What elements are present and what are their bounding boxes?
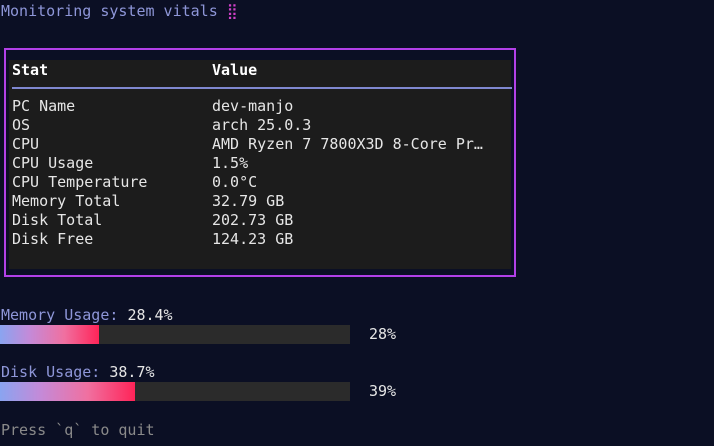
table-row: OS arch 25.0.3 bbox=[9, 116, 511, 135]
stat-name: OS bbox=[12, 116, 31, 134]
stat-value: 124.23 GB bbox=[212, 230, 294, 248]
disk-usage-label: Disk Usage: bbox=[1, 363, 101, 381]
disk-progress-fill bbox=[0, 382, 135, 401]
stat-value: AMD Ryzen 7 7800X3D 8-Core Pr… bbox=[212, 135, 483, 153]
disk-usage-line: Disk Usage: 38.7% bbox=[1, 363, 155, 382]
stat-name: Disk Free bbox=[12, 230, 94, 248]
quit-hint: Press `q` to quit bbox=[1, 421, 155, 439]
spinner-icon: ⣿ bbox=[226, 2, 238, 20]
stats-table: Stat Value PC Name dev-manjo OS arch 25.0.… bbox=[9, 60, 512, 269]
column-header-value: Value bbox=[212, 61, 258, 79]
disk-progress-bar bbox=[0, 382, 350, 401]
stat-name: CPU Usage bbox=[12, 154, 94, 172]
table-row: CPU AMD Ryzen 7 7800X3D 8-Core Pr… bbox=[9, 135, 511, 154]
table-row: CPU Temperature 0.0°C bbox=[9, 173, 511, 192]
stat-name: CPU bbox=[12, 135, 40, 153]
stat-name: CPU Temperature bbox=[12, 173, 148, 191]
status-title: Monitoring system vitals bbox=[1, 2, 218, 20]
table-row: CPU Usage 1.5% bbox=[9, 154, 511, 173]
stat-name: Memory Total bbox=[12, 192, 121, 210]
memory-usage-line: Memory Usage: 28.4% bbox=[1, 306, 173, 325]
stat-value: 0.0°C bbox=[212, 173, 258, 191]
stat-name: Disk Total bbox=[12, 211, 103, 229]
stat-value: dev-manjo bbox=[212, 97, 294, 115]
column-header-stat: Stat bbox=[12, 61, 49, 79]
memory-usage-value: 28.4% bbox=[127, 306, 173, 324]
header-divider bbox=[12, 87, 512, 89]
disk-progress-percent: 39% bbox=[369, 382, 397, 400]
stat-value: 202.73 GB bbox=[212, 211, 294, 229]
system-stats-panel: Stat Value PC Name dev-manjo OS arch 25.0.… bbox=[4, 48, 516, 277]
status-header: Monitoring system vitals ⣿ bbox=[1, 2, 238, 21]
stat-value: 1.5% bbox=[212, 154, 249, 172]
stat-value: 32.79 GB bbox=[212, 192, 285, 210]
memory-progress-fill bbox=[0, 325, 99, 344]
stats-rows: PC Name dev-manjo OS arch 25.0.3 CPU AMD Ry… bbox=[9, 97, 511, 249]
stat-value: arch 25.0.3 bbox=[212, 116, 312, 134]
table-row: Disk Total 202.73 GB bbox=[9, 211, 511, 230]
memory-usage-label: Memory Usage: bbox=[1, 306, 119, 324]
memory-progress-bar bbox=[0, 325, 350, 344]
memory-progress-percent: 28% bbox=[369, 325, 397, 343]
table-row: Disk Free 124.23 GB bbox=[9, 230, 511, 249]
disk-usage-value: 38.7% bbox=[109, 363, 155, 381]
table-row: Memory Total 32.79 GB bbox=[9, 192, 511, 211]
stat-name: PC Name bbox=[12, 97, 76, 115]
table-row: PC Name dev-manjo bbox=[9, 97, 511, 116]
